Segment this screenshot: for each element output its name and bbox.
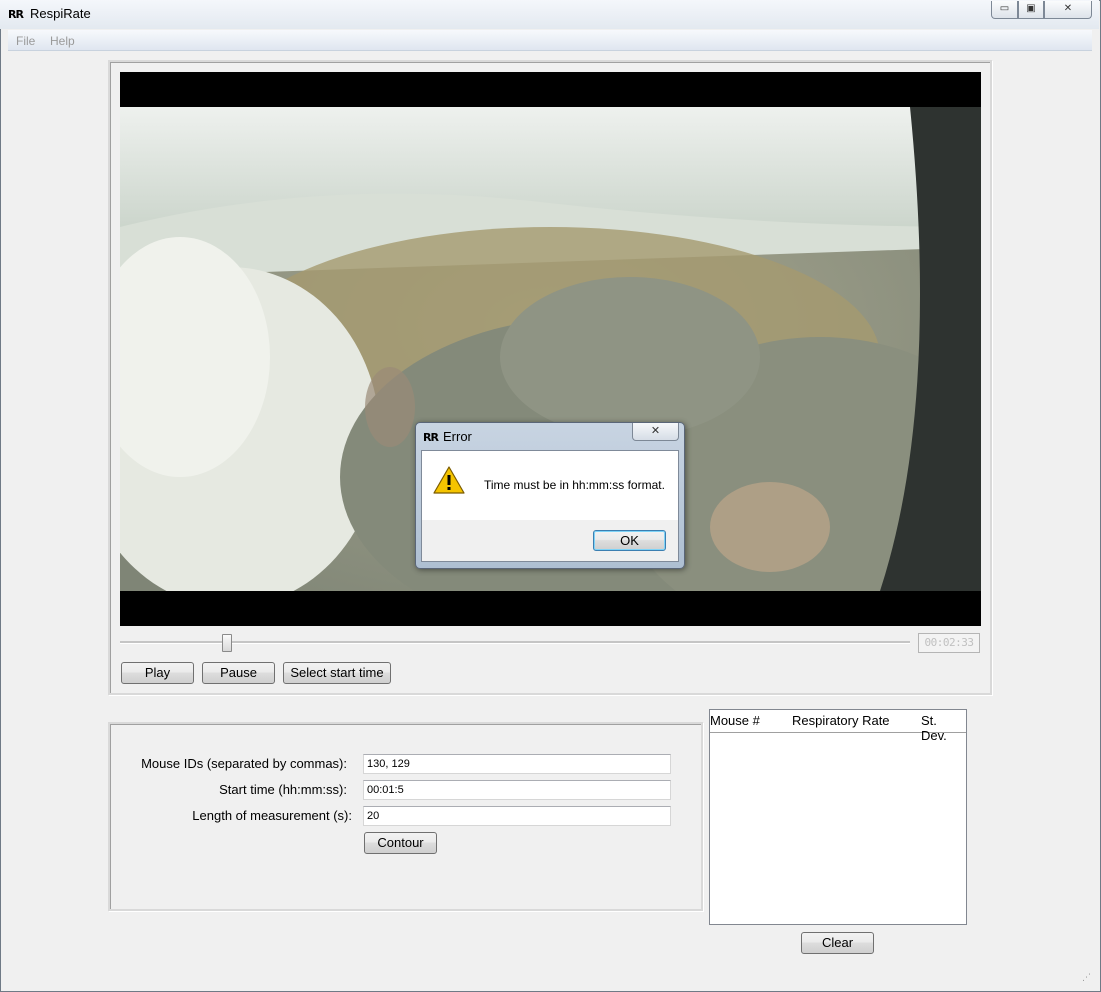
resize-grip[interactable]: ⋰ [1082,973,1091,983]
close-window-button[interactable]: ✕ [1044,1,1092,19]
clear-button[interactable]: Clear [801,932,874,954]
minimize-button[interactable]: ▭ [991,1,1018,19]
seek-slider-thumb[interactable] [221,634,232,652]
seek-slider[interactable] [120,641,910,644]
menu-help[interactable]: Help [50,34,75,48]
pause-button[interactable]: Pause [202,662,275,684]
menu-bar: File Help [8,30,1092,51]
start-time-label: Start time (hh:mm:ss): [219,782,347,797]
dialog-message: Time must be in hh:mm:ss format. [484,478,665,492]
app-logo: RR [8,8,24,21]
play-button[interactable]: Play [121,662,194,684]
select-start-time-button[interactable]: Select start time [283,662,391,684]
column-header-mouse[interactable]: Mouse # [710,713,760,728]
warning-icon [432,465,466,498]
mouse-ids-label: Mouse IDs (separated by commas): [141,756,347,771]
contour-button[interactable]: Contour [364,832,437,854]
measurement-length-input[interactable]: 20 [363,806,671,826]
maximize-button[interactable]: ▣ [1018,1,1044,19]
dialog-close-button[interactable]: ✕ [632,423,679,441]
measurement-length-label: Length of measurement (s): [192,808,352,823]
ok-button[interactable]: OK [593,530,666,551]
dialog-title: Error [443,429,472,444]
title-bar[interactable]: RR RespiRate ▭ ▣ ✕ [0,0,1099,29]
start-time-input[interactable]: 00:01:5 [363,780,671,800]
column-header-respiratory-rate[interactable]: Respiratory Rate [792,713,890,728]
menu-file[interactable]: File [16,34,35,48]
results-table-header: Mouse # Respiratory Rate St. Dev. [710,710,966,743]
mouse-ids-input[interactable]: 130, 129 [363,754,671,774]
window-title: RespiRate [30,6,91,21]
column-header-st-dev[interactable]: St. Dev. [921,713,966,743]
time-display: 00:02:33 [918,633,980,653]
dialog-logo: RR [423,431,439,444]
